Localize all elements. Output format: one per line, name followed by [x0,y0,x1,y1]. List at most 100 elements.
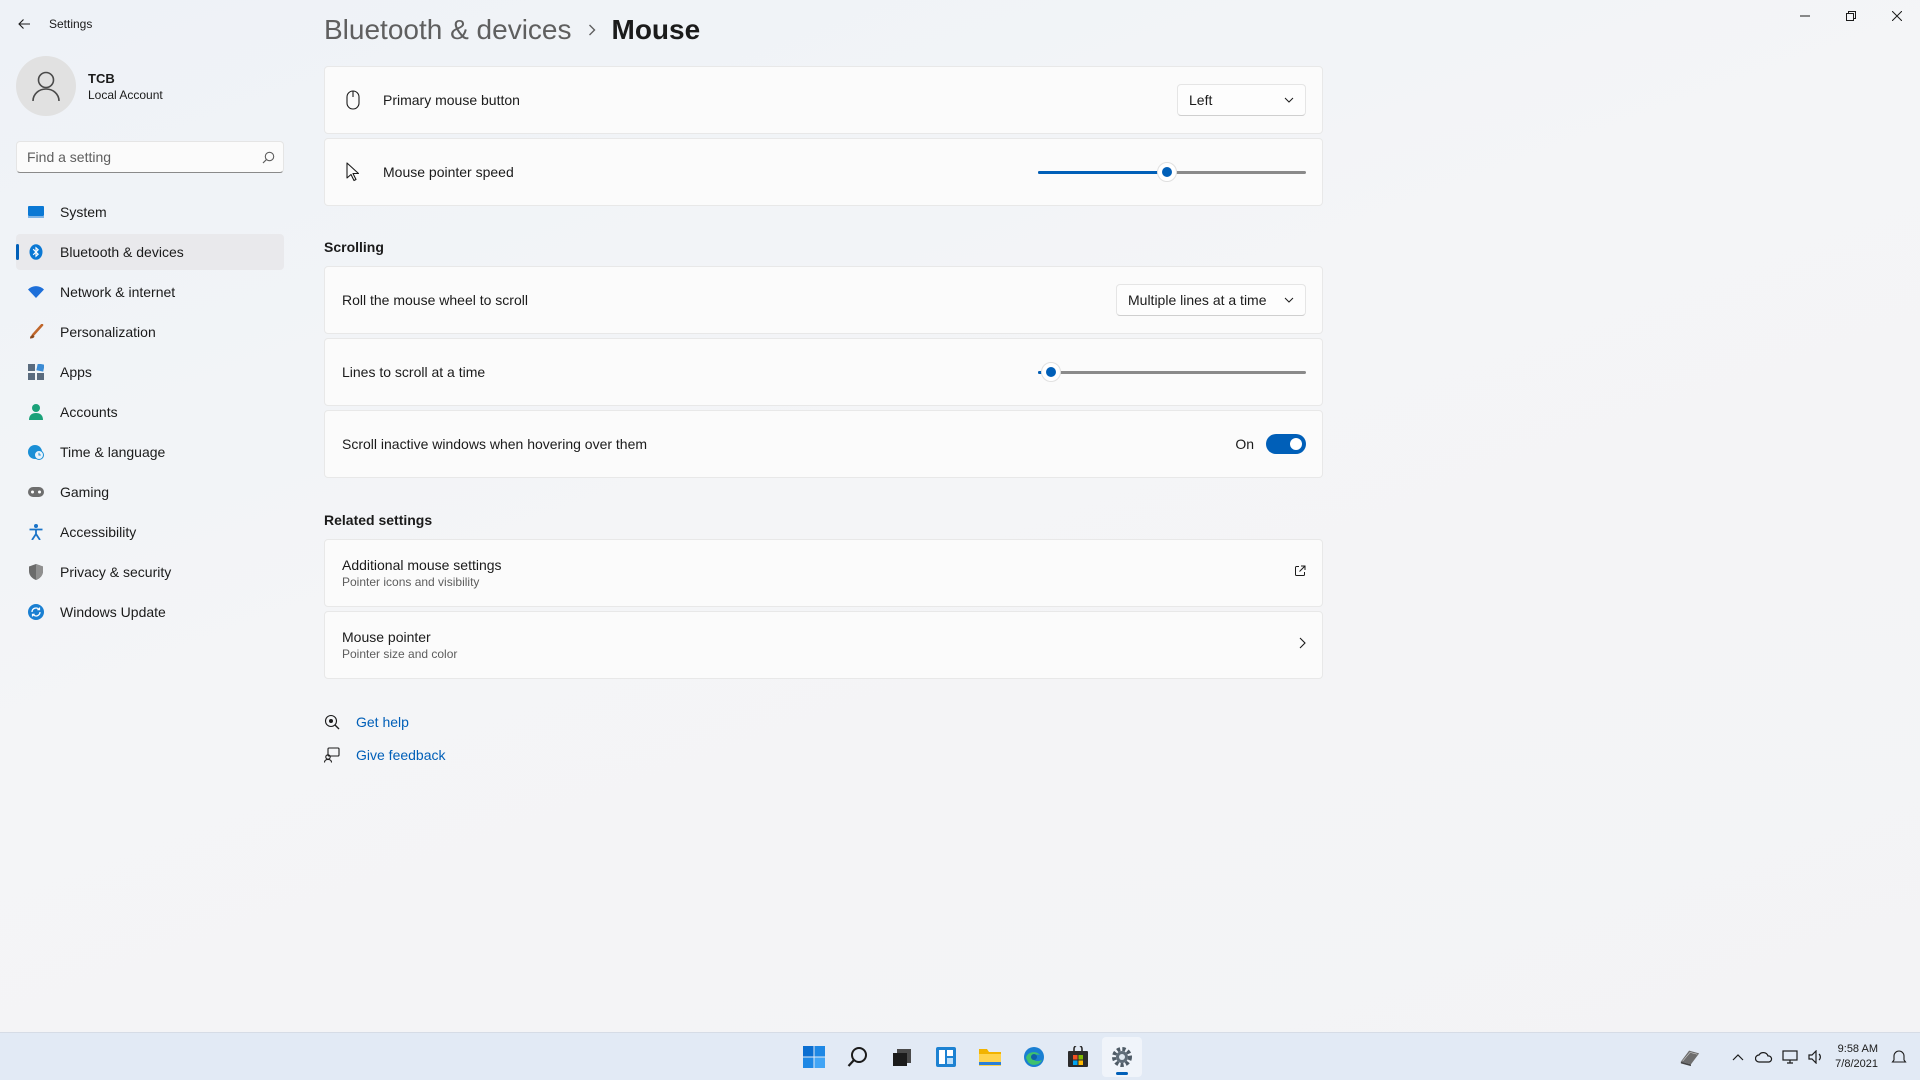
store-icon [1068,1046,1088,1067]
roll-wheel-label: Roll the mouse wheel to scroll [342,292,528,308]
accessibility-icon [28,524,44,540]
minimize-button[interactable] [1782,0,1828,32]
sidebar-item-system[interactable]: System [16,194,284,230]
close-button[interactable] [1874,0,1920,32]
title-bar: Settings [0,0,1920,48]
widgets-button[interactable] [926,1037,966,1077]
primary-mouse-button-dropdown[interactable]: Left [1177,84,1306,116]
sidebar-item-personalization[interactable]: Personalization [16,314,284,350]
sidebar-item-label: Gaming [60,484,110,500]
external-link-icon [1294,564,1306,582]
search-box [16,141,284,173]
update-icon [28,604,44,620]
sidebar-item-label: Windows Update [60,604,166,620]
feedback-icon [324,747,340,763]
page-title: Mouse [611,14,701,45]
profile-account-type: Local Account [88,87,163,102]
sidebar-item-label: Accessibility [60,524,137,540]
settings-window: Settings TCB Local Account Find a settin… [0,0,1920,1032]
get-help-icon [324,714,340,730]
user-profile[interactable]: TCB Local Account [16,56,163,116]
sidebar-item-label: Apps [60,364,92,380]
wifi-icon [28,284,44,300]
taskbar-apps [794,1037,1146,1077]
mouse-pointer-card[interactable]: Mouse pointer Pointer size and color [324,611,1323,679]
watermark-logo [1679,1046,1701,1068]
search-icon [847,1047,867,1067]
give-feedback-link[interactable]: Give feedback [356,747,446,763]
lines-to-scroll-label: Lines to scroll at a time [342,364,486,380]
shield-icon [28,564,44,580]
sidebar-item-bluetooth-devices[interactable]: Bluetooth & devices [16,234,284,270]
lines-to-scroll-slider[interactable] [1038,362,1306,382]
pointer-speed-slider[interactable] [1038,162,1306,182]
onedrive-icon[interactable] [1753,1046,1775,1068]
chevron-right-icon [1299,636,1306,654]
sidebar-item-label: Time & language [60,444,166,460]
avatar [16,56,76,116]
slider-track [1038,371,1306,374]
sidebar-item-label: Accounts [60,404,118,420]
additional-mouse-settings-subtitle: Pointer icons and visibility [342,575,480,589]
roll-wheel-card: Roll the mouse wheel to scroll Multiple … [324,266,1323,334]
taskbar: 9:58 AM 7/8/2021 [0,1032,1920,1080]
mouse-icon [343,90,363,110]
notification-icon[interactable] [1888,1046,1910,1068]
system-tray: 9:58 AM 7/8/2021 [1675,1033,1910,1080]
profile-name: TCB [88,70,115,86]
scroll-inactive-toggle[interactable] [1266,434,1306,454]
app-title: Settings [49,17,93,31]
dropdown-value: Left [1189,92,1213,108]
chevron-down-icon [1284,297,1294,303]
file-explorer-icon [979,1049,1001,1066]
sidebar-item-label: Personalization [60,324,156,340]
taskbar-clock[interactable]: 9:58 AM 7/8/2021 [1835,1042,1878,1072]
start-button[interactable] [794,1037,834,1077]
sidebar-item-gaming[interactable]: Gaming [16,474,284,510]
related-settings-title: Related settings [324,512,433,528]
slider-fill [1038,171,1167,174]
restore-button[interactable] [1828,0,1874,32]
help-links: Get help Give feedback [324,712,446,778]
file-explorer-button[interactable] [970,1037,1010,1077]
search-icon[interactable] [253,151,283,164]
brush-icon [28,324,44,340]
monitor-icon [28,204,44,220]
sidebar-item-privacy-security[interactable]: Privacy & security [16,554,284,590]
sidebar-item-apps[interactable]: Apps [16,354,284,390]
slider-thumb[interactable] [1041,362,1062,382]
get-help-link[interactable]: Get help [356,714,409,730]
chevron-down-icon [1284,97,1294,103]
back-button[interactable] [12,12,36,36]
task-view-icon [893,1049,911,1066]
network-icon[interactable] [1779,1046,1801,1068]
task-view-button[interactable] [882,1037,922,1077]
sidebar-item-accounts[interactable]: Accounts [16,394,284,430]
globe-clock-icon [28,444,44,460]
search-input[interactable] [17,149,253,165]
scroll-inactive-label: Scroll inactive windows when hovering ov… [342,436,648,452]
additional-mouse-settings-card[interactable]: Additional mouse settings Pointer icons … [324,539,1323,607]
edge-button[interactable] [1014,1037,1054,1077]
restore-icon [1846,11,1856,21]
toggle-state-label: On [1235,436,1254,452]
taskbar-search-button[interactable] [838,1037,878,1077]
apps-icon [28,364,44,380]
minimize-icon [1800,15,1810,17]
breadcrumb: Bluetooth & devices Mouse [324,10,700,50]
bluetooth-icon [28,244,44,260]
breadcrumb-parent[interactable]: Bluetooth & devices [324,14,572,46]
settings-taskbar-button[interactable] [1102,1037,1142,1077]
sidebar-item-windows-update[interactable]: Windows Update [16,594,284,630]
sidebar-item-time-language[interactable]: Time & language [16,434,284,470]
store-button[interactable] [1058,1037,1098,1077]
roll-wheel-dropdown[interactable]: Multiple lines at a time [1116,284,1306,316]
chevron-up-icon[interactable] [1727,1046,1749,1068]
slider-thumb[interactable] [1156,162,1177,182]
sidebar-item-network[interactable]: Network & internet [16,274,284,310]
sidebar-item-accessibility[interactable]: Accessibility [16,514,284,550]
primary-mouse-button-label: Primary mouse button [383,92,520,108]
edge-icon [1024,1047,1044,1067]
volume-icon[interactable] [1805,1046,1827,1068]
clock-time: 9:58 AM [1837,1043,1878,1055]
